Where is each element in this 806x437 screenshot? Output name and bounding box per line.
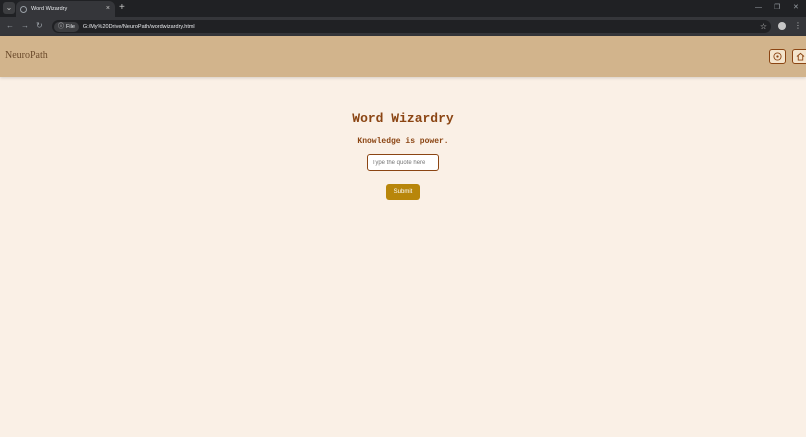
browser-toolbar: ← → ↻ ⓘ File G:/My%20Drive/NeuroPath/wor… [0, 17, 806, 36]
url-text[interactable]: G:/My%20Drive/NeuroPath/wordwizardry.htm… [83, 24, 195, 30]
quote-text: Knowledge is power. [357, 137, 449, 146]
home-icon [796, 52, 805, 61]
site-info-chip[interactable]: ⓘ File [54, 21, 79, 32]
submit-button[interactable]: Submit [386, 184, 420, 200]
kebab-menu-icon[interactable]: ⋮ [794, 20, 802, 31]
close-tab-icon[interactable]: × [106, 4, 110, 13]
chip-label: File [66, 23, 75, 30]
info-icon: ⓘ [58, 23, 65, 30]
chevron-down-icon: ⌄ [5, 3, 13, 12]
app-header: NeuroPath [0, 36, 806, 77]
tab-word-wizardry[interactable]: Word Wizardry × [16, 1, 115, 17]
back-icon[interactable]: ← [6, 21, 14, 31]
globe-icon [20, 5, 27, 13]
minimize-icon[interactable]: — [755, 3, 762, 12]
main-content: Word Wizardry Knowledge is power. Submit [0, 77, 806, 437]
target-button[interactable] [769, 49, 786, 64]
target-icon [773, 52, 782, 61]
quote-input[interactable] [367, 154, 439, 171]
tab-title: Word Wizardry [31, 6, 68, 12]
reload-icon[interactable]: ↻ [36, 21, 43, 31]
window-close-icon[interactable]: ✕ [793, 3, 799, 12]
brand-logo[interactable]: NeuroPath [5, 50, 48, 61]
tab-search-button[interactable]: ⌄ [3, 2, 15, 14]
profile-avatar-icon[interactable] [778, 22, 786, 30]
address-bar[interactable]: ⓘ File G:/My%20Drive/NeuroPath/wordwizar… [52, 20, 771, 33]
home-button[interactable] [792, 49, 806, 64]
forward-icon[interactable]: → [21, 21, 29, 31]
page-title: Word Wizardry [352, 111, 454, 126]
restore-icon[interactable]: ❐ [774, 3, 780, 12]
browser-tabstrip: ⌄ Word Wizardry × + — ❐ ✕ [0, 0, 806, 17]
new-tab-button[interactable]: + [119, 2, 125, 14]
bookmark-star-icon[interactable]: ☆ [760, 21, 767, 32]
